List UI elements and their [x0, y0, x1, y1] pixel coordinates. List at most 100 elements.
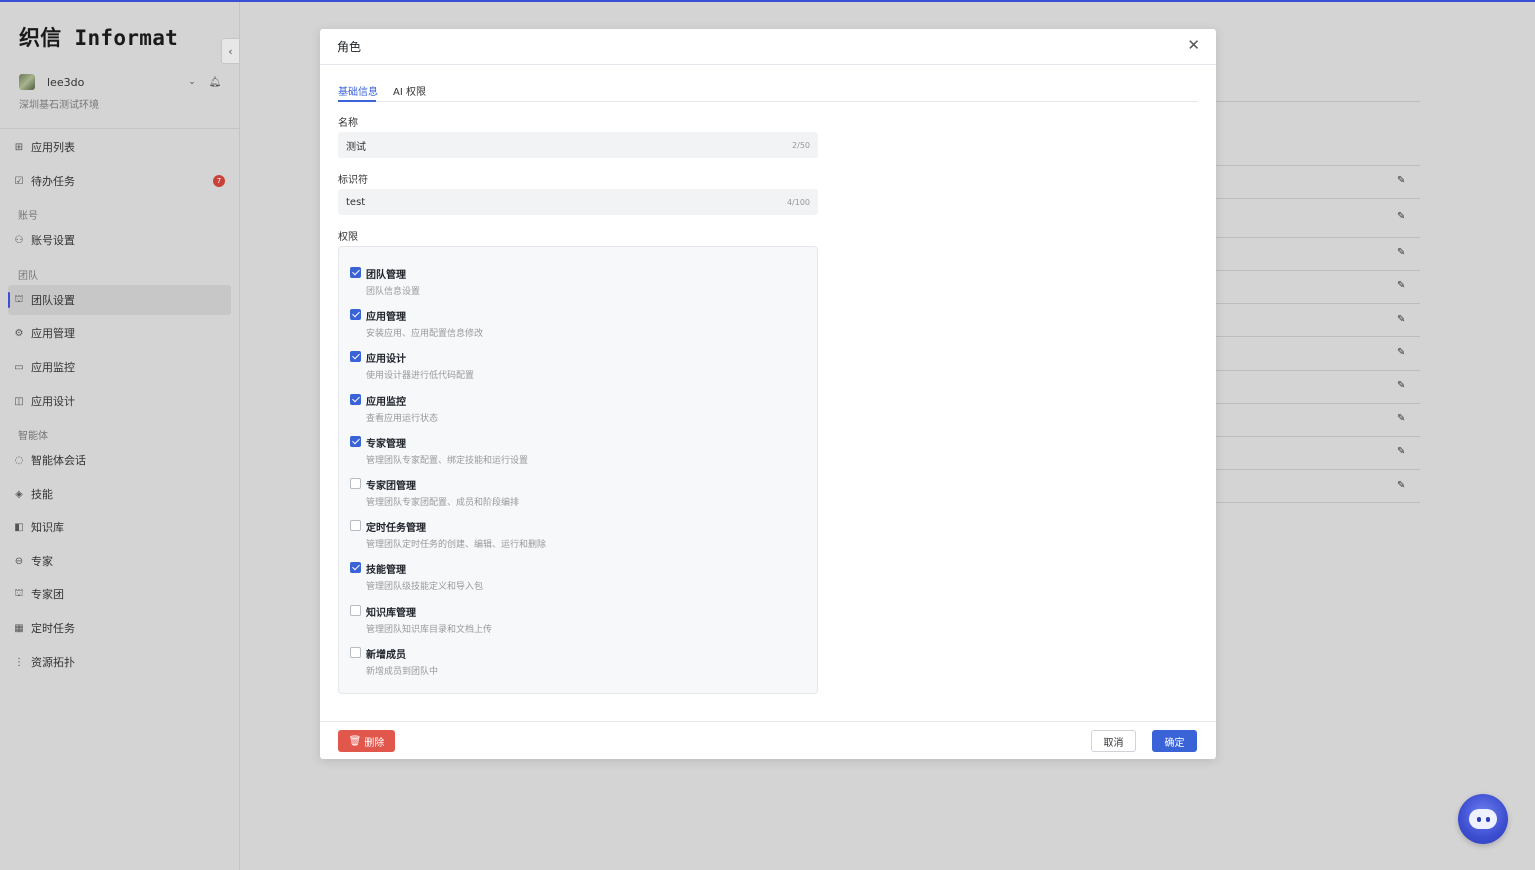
- environment-label: 深圳基石测试环境: [19, 100, 99, 111]
- confirm-button[interactable]: 确定: [1152, 730, 1197, 752]
- identifier-input[interactable]: test 4/100: [338, 189, 818, 215]
- edit-icon[interactable]: ✎: [1397, 175, 1405, 186]
- edit-icon[interactable]: ✎: [1397, 347, 1405, 358]
- user-name: lee3do: [47, 75, 85, 89]
- topology-icon: ⋮: [14, 656, 24, 668]
- cancel-button[interactable]: 取消: [1091, 730, 1136, 752]
- sidebar-divider: [0, 128, 240, 129]
- sidebar-item-agent-chat[interactable]: ◌ 智能体会话: [8, 445, 231, 475]
- edit-icon[interactable]: ✎: [1397, 380, 1405, 391]
- permission-description: 管理团队专家配置、绑定技能和运行设置: [366, 455, 529, 466]
- table-divider: [1215, 469, 1420, 470]
- user-gear-icon: ⚇: [14, 234, 24, 246]
- edit-icon[interactable]: ✎: [1397, 211, 1405, 222]
- sidebar-item-team-settings[interactable]: ⛫ 团队设置: [8, 285, 231, 315]
- sidebar-item-expert-team[interactable]: ⛫ 专家团: [8, 579, 231, 609]
- collapse-sidebar-button[interactable]: ‹: [221, 38, 240, 64]
- permission-checkbox[interactable]: [350, 309, 361, 321]
- permission-name: 专家管理: [366, 438, 406, 450]
- permission-item[interactable]: 应用管理 安装应用、应用配置信息修改: [350, 309, 790, 345]
- permission-checkbox[interactable]: [350, 562, 361, 574]
- permission-name: 专家团管理: [366, 481, 416, 492]
- permission-checkbox[interactable]: [350, 604, 361, 616]
- trash-icon: 🗑︎: [348, 735, 362, 747]
- permission-item[interactable]: 技能管理 管理团队级技能定义和导入包: [350, 562, 790, 598]
- permission-checkbox[interactable]: [350, 520, 361, 532]
- table-divider: [1215, 101, 1420, 102]
- chevron-left-icon: ‹: [228, 44, 233, 58]
- section-account: 账号: [18, 211, 38, 222]
- sidebar-item-todo[interactable]: ☑ 待办任务 7: [8, 166, 231, 196]
- sidebar-item-topology[interactable]: ⋮ 资源拓扑: [8, 647, 231, 677]
- tab-basic-info[interactable]: 基础信息: [338, 83, 378, 98]
- permission-item[interactable]: 应用设计使用设计器进行低代码配置: [350, 351, 790, 387]
- permission-checkbox[interactable]: [350, 267, 361, 278]
- monitor-icon: ▭: [14, 361, 24, 373]
- team-icon: ⛫: [14, 293, 24, 305]
- permission-item[interactable]: 知识库管理 管理团队知识库目录和文档上传: [350, 604, 790, 641]
- edit-icon[interactable]: ✎: [1397, 480, 1405, 491]
- grid-icon: ⊞: [14, 141, 24, 153]
- tab-ai-permissions[interactable]: AI 权限: [393, 83, 426, 98]
- permission-description: 管理团队专家团配置、成员和阶段编排: [366, 498, 520, 508]
- table-divider: [1215, 198, 1420, 199]
- permission-description: 查看应用运行状态: [366, 413, 439, 424]
- sidebar-item-app-design[interactable]: ◫ 应用设计: [8, 386, 231, 416]
- bell-icon[interactable]: 🔔︎: [206, 77, 224, 88]
- ai-assistant-button[interactable]: [1458, 794, 1508, 844]
- permission-item[interactable]: 定时任务管理 管理团队定时任务的创建、编辑、运行和删除: [350, 520, 790, 556]
- permission-item[interactable]: 专家团管理管理团队专家团配置、成员和阶段编排: [350, 478, 790, 514]
- table-divider: [1215, 336, 1420, 337]
- table-divider: [1215, 270, 1420, 271]
- sidebar-item-expert[interactable]: ⊖ 专家: [8, 546, 231, 576]
- permission-description: 安装应用、应用配置信息修改: [366, 329, 484, 340]
- modal-footer: 🗑︎ 删除 取消 确定: [320, 721, 1216, 759]
- permission-item[interactable]: 团队管理 团队信息设置: [350, 267, 790, 303]
- edit-icon[interactable]: ✎: [1397, 446, 1405, 457]
- user-switcher[interactable]: lee3do ⌄ 🔔︎: [19, 73, 224, 91]
- section-agent: 智能体: [18, 431, 48, 442]
- edit-icon[interactable]: ✎: [1397, 413, 1405, 424]
- permission-item[interactable]: 专家管理管理团队专家配置、绑定技能和运行设置: [350, 435, 790, 472]
- permission-checkbox[interactable]: [350, 435, 361, 447]
- permissions-label: 权限: [338, 232, 358, 243]
- name-char-count: 2/50: [792, 140, 810, 150]
- permission-name: 团队管理: [366, 270, 406, 281]
- table-divider: [1215, 370, 1420, 371]
- book-icon: ◧: [14, 521, 24, 533]
- robot-icon: [1469, 809, 1497, 829]
- edit-icon[interactable]: ✎: [1397, 314, 1405, 325]
- permission-checkbox[interactable]: [350, 646, 361, 658]
- permission-description: 管理团队级技能定义和导入包: [366, 582, 484, 593]
- robot-icon: ⊖: [14, 555, 24, 567]
- sidebar-item-app-manage[interactable]: ⚙ 应用管理: [8, 318, 231, 348]
- close-icon[interactable]: ✕: [1187, 38, 1200, 53]
- permission-description: 管理团队知识库目录和文档上传: [366, 624, 493, 635]
- edit-icon[interactable]: ✎: [1397, 247, 1405, 258]
- top-accent-line: [0, 0, 1535, 2]
- sidebar-item-apps[interactable]: ⊞ 应用列表: [8, 132, 231, 162]
- sidebar-item-account-settings[interactable]: ⚇ 账号设置: [8, 225, 231, 255]
- permission-checkbox[interactable]: [350, 393, 361, 405]
- permission-name: 应用设计: [366, 354, 406, 366]
- edit-icon[interactable]: ✎: [1397, 280, 1405, 291]
- permission-checkbox[interactable]: [350, 478, 361, 489]
- app-logo: 织信 Informat: [19, 26, 179, 50]
- name-input[interactable]: 测试 2/50: [338, 132, 818, 158]
- permission-description: 使用设计器进行低代码配置: [366, 371, 475, 382]
- permission-item[interactable]: 新增成员 新增成员到团队中: [350, 646, 790, 683]
- sidebar-item-app-monitor[interactable]: ▭ 应用监控: [8, 352, 231, 382]
- delete-button[interactable]: 🗑︎ 删除: [338, 730, 395, 752]
- chat-icon: ◌: [14, 454, 24, 466]
- layers-icon: ◈: [15, 488, 23, 500]
- sidebar-item-scheduled[interactable]: ▦ 定时任务: [8, 613, 231, 643]
- identifier-value: test: [346, 196, 366, 208]
- gear-icon: ⚙: [14, 327, 24, 339]
- group-icon: ⛫: [14, 587, 24, 599]
- permission-description: 新增成员到团队中: [366, 666, 439, 677]
- permission-item[interactable]: 应用监控 查看应用运行状态: [350, 393, 790, 430]
- chevron-down-icon[interactable]: ⌄: [178, 77, 206, 87]
- sidebar-item-knowledge[interactable]: ◧ 知识库: [8, 512, 231, 542]
- permission-checkbox[interactable]: [350, 351, 361, 363]
- sidebar-item-skills[interactable]: ◈ 技能: [8, 479, 231, 509]
